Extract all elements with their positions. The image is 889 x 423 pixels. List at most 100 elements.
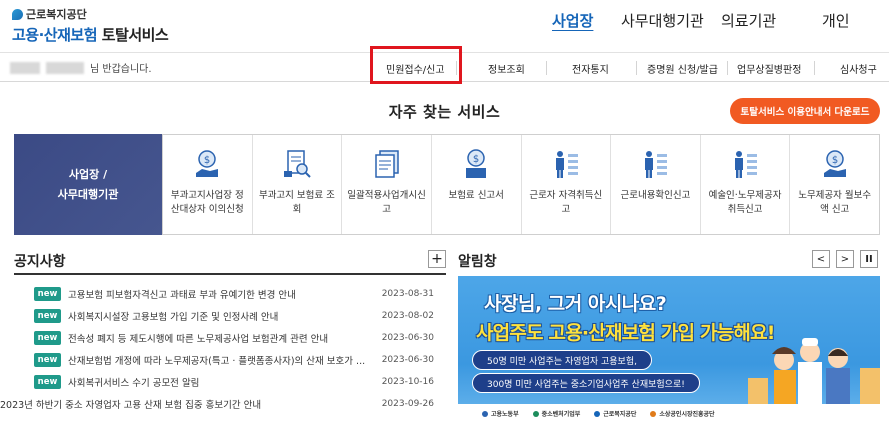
greeting: 님 반갑습니다. <box>10 60 152 75</box>
org-logo-mark-icon <box>532 410 539 417</box>
divider <box>727 61 728 75</box>
service-list: $ 부과고지사업장 정산대상자 이의신청 부과고지 보험료 조회 일괄적용사업개… <box>162 134 880 235</box>
svg-text:$: $ <box>832 155 838 166</box>
notice-text: 전속성 폐지 등 제도시행에 따른 노무제공사업 보험관계 관련 안내 <box>68 334 329 345</box>
topnav-medical[interactable]: 의료기관 <box>721 10 776 31</box>
org-name: 근로복지공단 <box>603 411 637 418</box>
org-name: 소상공인시장진흥공단 <box>659 411 715 418</box>
document-stack-icon <box>369 147 405 181</box>
prev-button[interactable]: < <box>812 250 830 268</box>
notice-text: 사회복귀서비스 수기 공모전 알림 <box>68 378 200 389</box>
org-logo-mark-icon <box>594 410 601 417</box>
notice-item[interactable]: new 고용보험 피보험자격신고 과태료 부과 유예기한 변경 안내 2023-… <box>34 283 434 305</box>
logo[interactable]: 근로복지공단 고용·산재보험 토탈서비스 <box>12 6 169 45</box>
new-badge: new <box>34 375 61 389</box>
worker-list-icon <box>727 147 763 181</box>
service-item[interactable]: $ 부과고지사업장 정산대상자 이의신청 <box>163 135 253 234</box>
notice-list: new 고용보험 피보험자격신고 과태료 부과 유예기한 변경 안내 2023-… <box>0 283 434 415</box>
service-item[interactable]: 예술인·노무제공자 취득신고 <box>701 135 791 234</box>
coin-hand-icon: $ <box>817 147 853 181</box>
logo-org: 근로복지공단 <box>12 6 168 22</box>
subnav-disease-judgment[interactable]: 업무상질병판정 <box>737 61 801 76</box>
notice-date: 2023-06-30 <box>381 333 434 343</box>
service-category-business[interactable]: 사업장 / 사무대행기관 <box>14 134 162 235</box>
logo-mark-icon <box>12 8 23 20</box>
alert-banner[interactable]: 사장님, 그거 아시나요? 사업주도 고용·산재보험 가입 가능해요! 50명 … <box>458 276 880 423</box>
org-logo: 중소벤처기업부 <box>532 409 581 418</box>
banner-pill: 50명 미만 사업주는 자영업자 고용보험, <box>472 350 652 370</box>
next-button[interactable]: > <box>836 250 854 268</box>
notice-item[interactable]: new 전속성 폐지 등 제도시행에 따른 노무제공사업 보험관계 관련 안내 … <box>34 327 434 349</box>
topnav-personal[interactable]: 개인 <box>822 10 850 31</box>
subnav-certificate[interactable]: 증명원 신청/발급 <box>647 61 718 76</box>
service-item[interactable]: 일괄적용사업개시신고 <box>342 135 432 234</box>
svg-text:$: $ <box>204 155 210 166</box>
header: 근로복지공단 고용·산재보험 토탈서비스 사업장 사무대행기관 의료기관 개인 <box>0 0 889 52</box>
blurred-name-2 <box>46 61 84 74</box>
service-category-l1: 사업장 / <box>68 167 108 181</box>
service-item[interactable]: 근로자 자격취득신고 <box>522 135 612 234</box>
org-name: 중소벤처기업부 <box>541 411 581 418</box>
service-item[interactable]: $ 보험료 신고서 <box>432 135 522 234</box>
divider <box>14 273 446 275</box>
service-item[interactable]: $ 노무제공자 월보수액 신고 <box>790 135 879 234</box>
document-search-icon <box>279 147 315 181</box>
coin-monitor-icon: $ <box>458 147 494 181</box>
org-logo: 고용노동부 <box>482 409 519 418</box>
notice-date: 2023-10-16 <box>381 377 434 387</box>
alert-title: 알림창 <box>458 254 497 270</box>
business-owners-illustration <box>748 338 880 404</box>
notice-date: 2023-09-26 <box>381 399 434 409</box>
notice-text: 산재보험법 개정에 따라 노무제공자(특고 · 플랫폼종사자)의 산재 보호가 … <box>68 356 366 367</box>
highlight-box <box>370 46 462 84</box>
divider <box>636 61 637 75</box>
topnav-agency[interactable]: 사무대행기관 <box>621 10 704 31</box>
service-label: 근로내용확인신고 <box>620 190 691 201</box>
org-logo-mark-icon <box>650 410 657 417</box>
logo-title: 고용·산재보험 토탈서비스 <box>12 24 169 45</box>
notice-text: 사회복지시설장 고용보험 가입 기준 및 인정사례 안내 <box>68 312 279 323</box>
notice-text: 고용보험 피보험자격신고 과태료 부과 유예기한 변경 안내 <box>68 290 296 301</box>
service-label: 보험료 신고서 <box>448 190 504 201</box>
new-badge: new <box>34 331 61 345</box>
download-guide-button[interactable]: 토탈서비스 이용안내서 다운로드 <box>730 98 880 124</box>
new-badge: new <box>34 287 61 301</box>
banner-headline: 사장님, 그거 아시나요? <box>484 293 667 315</box>
notice-item[interactable]: new 산재보험법 개정에 따라 노무제공자(특고 · 플랫폼종사자)의 산재 … <box>34 349 434 371</box>
notice-date: 2023-06-30 <box>381 355 434 365</box>
org-logo: 소상공인시장진흥공단 <box>650 409 715 418</box>
org-logo-mark-icon <box>482 410 488 417</box>
svg-text:$: $ <box>473 154 479 165</box>
divider <box>814 61 815 75</box>
service-label: 일괄적용사업개시신고 <box>347 190 426 215</box>
subnav-e-notice[interactable]: 전자통지 <box>572 61 609 76</box>
logo-org-text: 근로복지공단 <box>26 8 87 21</box>
topnav-business[interactable]: 사업장 <box>552 10 593 31</box>
worker-list-icon <box>637 147 673 181</box>
new-badge: new <box>34 353 61 367</box>
notice-item[interactable]: new 사회복귀서비스 수기 공모전 알림 2023-10-16 <box>34 371 434 393</box>
blurred-name <box>10 61 40 74</box>
logo-title-dark: 토탈서비스 <box>101 26 169 44</box>
notice-date: 2023-08-02 <box>381 311 434 321</box>
banner-pill: 300명 미만 사업주는 중소기업사업주 산재보험으로! <box>472 373 700 393</box>
notice-item[interactable]: new 사회복지시설장 고용보험 가입 기준 및 인정사례 안내 2023-08… <box>34 305 434 327</box>
notice-title: 공지사항 <box>14 254 66 270</box>
subnav-info-lookup[interactable]: 정보조회 <box>488 61 525 76</box>
org-logo: 근로복지공단 <box>594 409 636 418</box>
notice-item[interactable]: 2023년 하반기 중소 자영업자 고용 산재 보험 집중 홍보기간 안내 20… <box>0 393 434 415</box>
service-item[interactable]: 근로내용확인신고 <box>611 135 701 234</box>
worker-list-icon <box>548 147 584 181</box>
service-item[interactable]: 부과고지 보험료 조회 <box>253 135 343 234</box>
org-name: 고용노동부 <box>491 411 519 418</box>
service-label: 노무제공자 월보수액 신고 <box>798 190 872 215</box>
service-label: 부과고지사업장 정산대상자 이의신청 <box>170 190 244 215</box>
notice-text: 2023년 하반기 중소 자영업자 고용 산재 보험 집중 홍보기간 안내 <box>0 400 262 411</box>
notice-more-button[interactable]: + <box>428 250 446 268</box>
coin-hand-icon: $ <box>189 147 225 181</box>
subnav-review-request[interactable]: 심사청구 <box>840 61 877 76</box>
pause-button[interactable]: II <box>860 250 878 268</box>
service-label: 부과고지 보험료 조회 <box>258 190 335 215</box>
new-badge: new <box>34 309 61 323</box>
banner-subheadline: 사업주도 고용·산재보험 가입 가능해요! <box>476 322 775 344</box>
